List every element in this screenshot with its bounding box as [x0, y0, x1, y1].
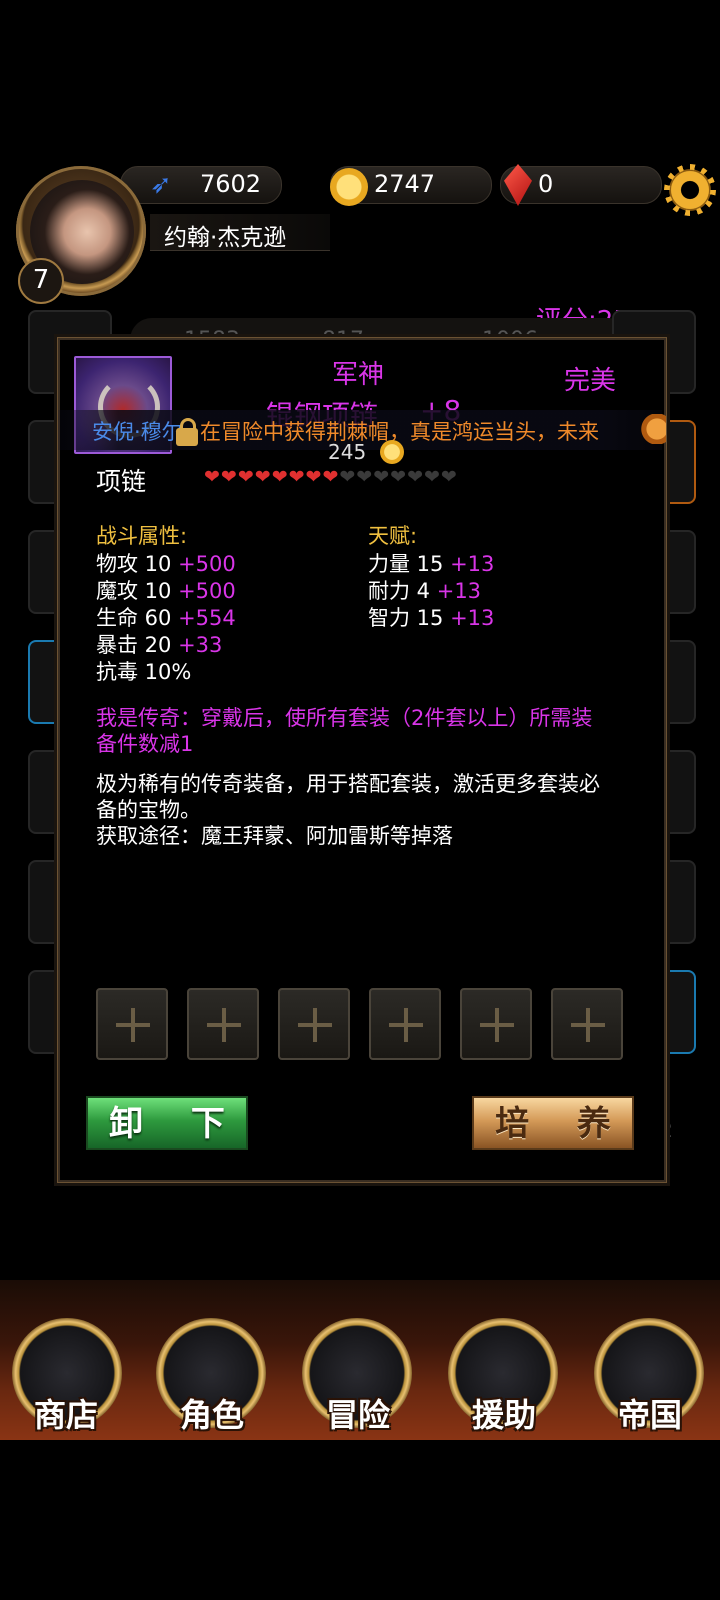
gold-coin-icon: [330, 168, 368, 206]
heart-empty-icon: ❤: [423, 466, 441, 488]
set-effect-line2: 备件数减1: [96, 732, 194, 756]
heart-empty-icon: ❤: [407, 466, 424, 488]
heart-filled-icon: ❤: [254, 466, 272, 488]
combat-stat-bonus: +33: [178, 633, 223, 657]
talent-stat-name: 力量 15: [368, 552, 451, 576]
gem-socket-4[interactable]: [369, 988, 441, 1060]
combat-stat-bonus: +500: [178, 552, 236, 576]
heart-empty-icon: ❤: [339, 466, 357, 488]
nav-role-label[interactable]: 角色: [152, 1390, 272, 1436]
description-line3: 获取途径：魔王拜蒙、阿加雷斯等掉落: [96, 824, 453, 848]
nav-assist-label[interactable]: 援助: [444, 1390, 564, 1436]
combat-stat-2: 魔攻 10 +500: [96, 575, 236, 605]
cultivate-button[interactable]: 培 养: [472, 1096, 634, 1150]
talent-stat-bonus: +13: [450, 552, 495, 576]
heart-filled-icon: ❤: [288, 466, 306, 488]
lock-icon[interactable]: [176, 418, 198, 446]
heart-empty-icon: ❤: [440, 466, 458, 488]
player-name: 约翰·杰克逊: [164, 225, 287, 251]
combat-stat-1: 物攻 10 +500: [96, 548, 236, 578]
ticker-message: 在冒险中获得荆棘帽，真是鸿运当头，未来: [200, 420, 599, 444]
slot-type-label: 项链: [96, 467, 147, 496]
combat-stat-bonus: +500: [178, 579, 236, 603]
combat-stats-label: 战斗属性:: [96, 524, 188, 548]
heart-filled-icon: ❤: [204, 466, 221, 488]
gear-icon[interactable]: [668, 168, 712, 212]
combat-stat-name: 魔攻 10: [96, 579, 179, 603]
level-badge: 7: [18, 258, 64, 304]
gem-socket-3[interactable]: [278, 988, 350, 1060]
combat-stat-4: 暴击 20 +33: [96, 629, 222, 659]
nav-adventure-label[interactable]: 冒险: [298, 1390, 418, 1436]
heart-filled-icon: ❤: [237, 466, 255, 488]
heart-filled-icon: ❤: [271, 466, 289, 488]
item-price: 245: [328, 440, 367, 464]
ticker-player-name[interactable]: 安倪·穆尔: [92, 416, 183, 446]
wing-icon: ➶: [150, 170, 172, 200]
talent-stat-2: 耐力 4 +13: [368, 575, 481, 605]
combat-stat-3: 生命 60 +554: [96, 602, 236, 632]
nav-empire-label[interactable]: 帝国: [590, 1390, 710, 1436]
combat-stat-name: 抗毒 10%: [96, 660, 192, 684]
heart-filled-icon: ❤: [322, 466, 340, 488]
unequip-button[interactable]: 卸 下: [86, 1096, 248, 1150]
star-rating-hearts: ❤❤❤❤❤❤❤❤❤❤❤❤❤❤❤: [204, 466, 458, 488]
heart-empty-icon: ❤: [356, 466, 374, 488]
gem-socket-1[interactable]: [96, 988, 168, 1060]
gold-resource-value: 2747: [374, 170, 436, 198]
combat-stat-name: 生命 60: [96, 606, 179, 630]
heart-empty-icon: ❤: [390, 466, 408, 488]
talent-stat-bonus: +13: [450, 606, 495, 630]
talent-stat-name: 智力 15: [368, 606, 451, 630]
wing-resource-value: 7602: [200, 170, 262, 198]
gem-resource-value: 0: [538, 170, 554, 198]
gold-coin-small-icon: [380, 440, 404, 464]
combat-stat-name: 暴击 20: [96, 633, 179, 657]
talent-stat-bonus: +13: [436, 579, 482, 603]
combat-stat-bonus: +554: [178, 606, 236, 630]
heart-empty-icon: ❤: [373, 466, 391, 488]
horn-icon: [636, 414, 666, 444]
heart-filled-icon: ❤: [305, 466, 323, 488]
talent-label: 天赋:: [368, 524, 418, 548]
talent-stat-name: 耐力 4: [368, 579, 437, 603]
gem-socket-6[interactable]: [551, 988, 623, 1060]
item-quality: 完美: [564, 366, 617, 396]
combat-stat-name: 物攻 10: [96, 552, 179, 576]
gem-socket-5[interactable]: [460, 988, 532, 1060]
talent-stat-1: 力量 15 +13: [368, 548, 494, 578]
combat-stat-5: 抗毒 10%: [96, 656, 191, 686]
item-title-line1: 军神: [332, 360, 385, 390]
gem-socket-2[interactable]: [187, 988, 259, 1060]
nav-shop-label[interactable]: 商店: [6, 1390, 126, 1436]
heart-filled-icon: ❤: [220, 466, 238, 488]
talent-stat-3: 智力 15 +13: [368, 602, 494, 632]
